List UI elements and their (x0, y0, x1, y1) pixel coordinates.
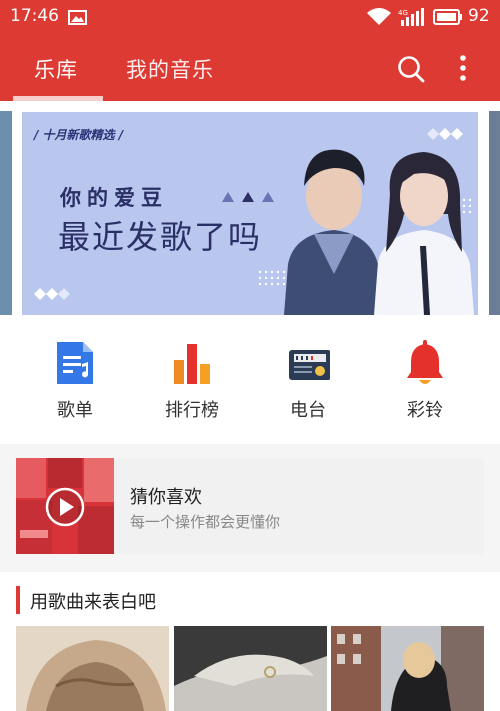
image-notification-icon (68, 10, 87, 25)
svg-text:4G: 4G (398, 9, 408, 17)
quick-entry-label: 彩铃 (407, 400, 443, 421)
more-options-icon[interactable] (452, 52, 474, 86)
banner-carousel[interactable]: / 十月新歌精选 / 你的爱豆 最近发歌了吗 (0, 101, 500, 324)
banner-title: 你的爱豆 (60, 186, 168, 210)
tab-my-music[interactable]: 我的音乐 (126, 54, 214, 84)
tab-bar: 乐库 我的音乐 (0, 42, 500, 101)
playlist-card[interactable] (174, 626, 327, 711)
guess-title: 猜你喜欢 (130, 487, 202, 508)
section-title: 用歌曲来表白吧 (30, 592, 156, 613)
quick-entries: 歌单 排行榜 电台 彩铃 (0, 324, 500, 444)
banner-peek-next[interactable] (489, 111, 500, 315)
quick-entry-playlist[interactable]: 歌单 (25, 340, 125, 432)
quick-entry-ringtone[interactable]: 彩铃 (375, 340, 475, 432)
section-accent-bar (16, 586, 20, 614)
quick-entry-label: 电台 (290, 400, 326, 421)
diamond-decor-icon (34, 288, 70, 300)
confession-songs-section: 用歌曲来表白吧 (0, 572, 500, 711)
quick-entry-charts[interactable]: 排行榜 (142, 340, 242, 432)
playlist-icon (57, 342, 93, 384)
quick-entry-label: 排行榜 (165, 400, 219, 421)
battery-level: 92 (468, 6, 490, 26)
battery-icon (433, 9, 462, 25)
guess-cover[interactable] (16, 458, 114, 554)
radio-icon (289, 350, 330, 380)
playlist-cover-hood-image (16, 626, 169, 711)
banner-slide[interactable]: / 十月新歌精选 / 你的爱豆 最近发歌了吗 (22, 112, 478, 315)
playlist-card[interactable] (331, 626, 484, 711)
guess-you-like-card[interactable]: 猜你喜欢 每一个操作都会更懂你 (16, 458, 484, 554)
status-bar: 17:46 4G 92 (0, 0, 500, 34)
bell-icon (407, 340, 443, 384)
quick-entry-radio[interactable]: 电台 (258, 340, 358, 432)
signal-4g-icon: 4G (398, 8, 424, 26)
playlist-card[interactable] (16, 626, 169, 711)
tab-music-library[interactable]: 乐库 (34, 54, 78, 84)
app-header: 17:46 4G 92 乐库 我的音乐 (0, 0, 500, 101)
playlist-cover-hands-image (174, 626, 327, 711)
play-icon[interactable] (45, 487, 85, 527)
chart-bars-icon (174, 344, 210, 384)
status-time: 17:46 (10, 6, 59, 26)
playlist-cover-street-image (331, 626, 484, 711)
banner-peek-previous[interactable] (0, 111, 12, 315)
artist-photo (284, 149, 474, 315)
banner-subtitle: 最近发歌了吗 (58, 218, 263, 256)
banner-tagline: / 十月新歌精选 / (34, 128, 124, 142)
wifi-icon (367, 8, 391, 25)
search-icon[interactable] (396, 54, 426, 84)
guess-subtitle: 每一个操作都会更懂你 (130, 513, 281, 531)
quick-entry-label: 歌单 (57, 400, 93, 421)
triangle-decor-icon (222, 192, 274, 202)
